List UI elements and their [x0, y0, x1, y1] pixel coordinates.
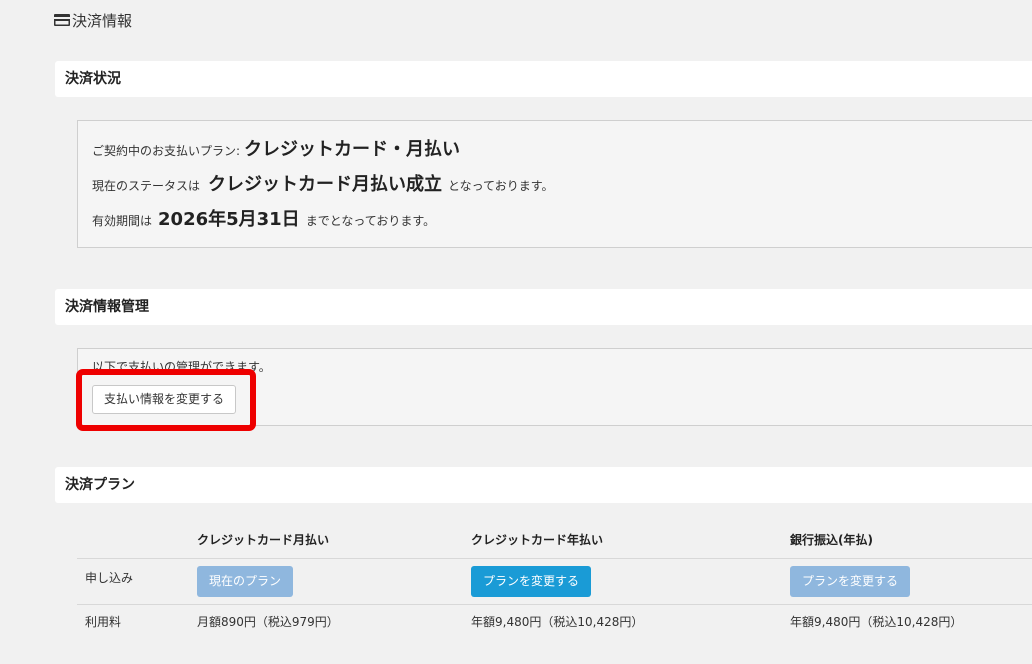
expiry-value: 2026年5月31日 — [158, 209, 300, 230]
expiry-prefix: 有効期間は — [92, 214, 153, 228]
status-prefix: 現在のステータスは — [92, 179, 201, 193]
page-title: 決済情報 — [54, 10, 132, 30]
page-title-text: 決済情報 — [72, 11, 133, 30]
plan-header-card-yearly: クレジットカード年払い — [471, 520, 790, 559]
plan-header-card-monthly: クレジットカード月払い — [197, 520, 471, 559]
change-payment-info-button[interactable]: 支払い情報を変更する — [92, 385, 237, 414]
change-to-bank-yearly-button: プランを変更する — [790, 566, 911, 597]
table-row: 利用料 月額890円（税込979円） 年額9,480円（税込10,428円） 年… — [77, 605, 1032, 638]
fee-card-monthly: 月額890円（税込979円） — [197, 614, 339, 629]
payment-manage-panel: 以下で支払いの管理ができます。 支払い情報を変更する — [77, 348, 1032, 426]
payment-status-panel: ご契約中のお支払いプラン: クレジットカード・月払い 現在のステータスは クレジ… — [77, 120, 1032, 248]
plan-header-bank-yearly: 銀行振込(年払) — [790, 520, 1032, 559]
section-heading-manage: 決済情報管理 — [55, 289, 1032, 325]
plan-table: クレジットカード月払い クレジットカード年払い 銀行振込(年払) 申し込み 現在… — [77, 520, 1032, 637]
section-heading-plans: 決済プラン — [55, 467, 1032, 503]
plan-table-header: クレジットカード月払い クレジットカード年払い 銀行振込(年払) — [77, 520, 1032, 559]
fee-card-yearly: 年額9,480円（税込10,428円） — [471, 614, 644, 629]
expiry-suffix: までとなっております。 — [305, 214, 436, 228]
current-plan-prefix: ご契約中のお支払いプラン: — [92, 144, 241, 158]
change-to-card-yearly-button[interactable]: プランを変更する — [471, 566, 592, 597]
current-plan-value: クレジットカード・月払い — [244, 139, 461, 160]
current-plan-line: ご契約中のお支払いプラン: クレジットカード・月払い — [92, 135, 460, 161]
credit-card-icon — [54, 14, 70, 26]
plan-header-blank — [77, 520, 197, 559]
apply-label: 申し込み — [77, 558, 197, 605]
status-line: 現在のステータスは クレジットカード月払い成立 となっております。 — [92, 170, 554, 196]
status-value: クレジットカード月払い成立 — [208, 174, 443, 195]
expiry-line: 有効期間は 2026年5月31日 までとなっております。 — [92, 205, 435, 231]
fee-label: 利用料 — [85, 614, 122, 629]
status-suffix: となっております。 — [448, 179, 554, 193]
manage-description: 以下で支払いの管理ができます。 — [92, 360, 271, 374]
section-heading-status: 決済状況 — [55, 61, 1032, 97]
fee-bank-yearly: 年額9,480円（税込10,428円） — [790, 614, 963, 629]
table-row: 申し込み 現在のプラン プランを変更する プランを変更する — [77, 558, 1032, 605]
current-plan-button: 現在のプラン — [197, 566, 294, 597]
